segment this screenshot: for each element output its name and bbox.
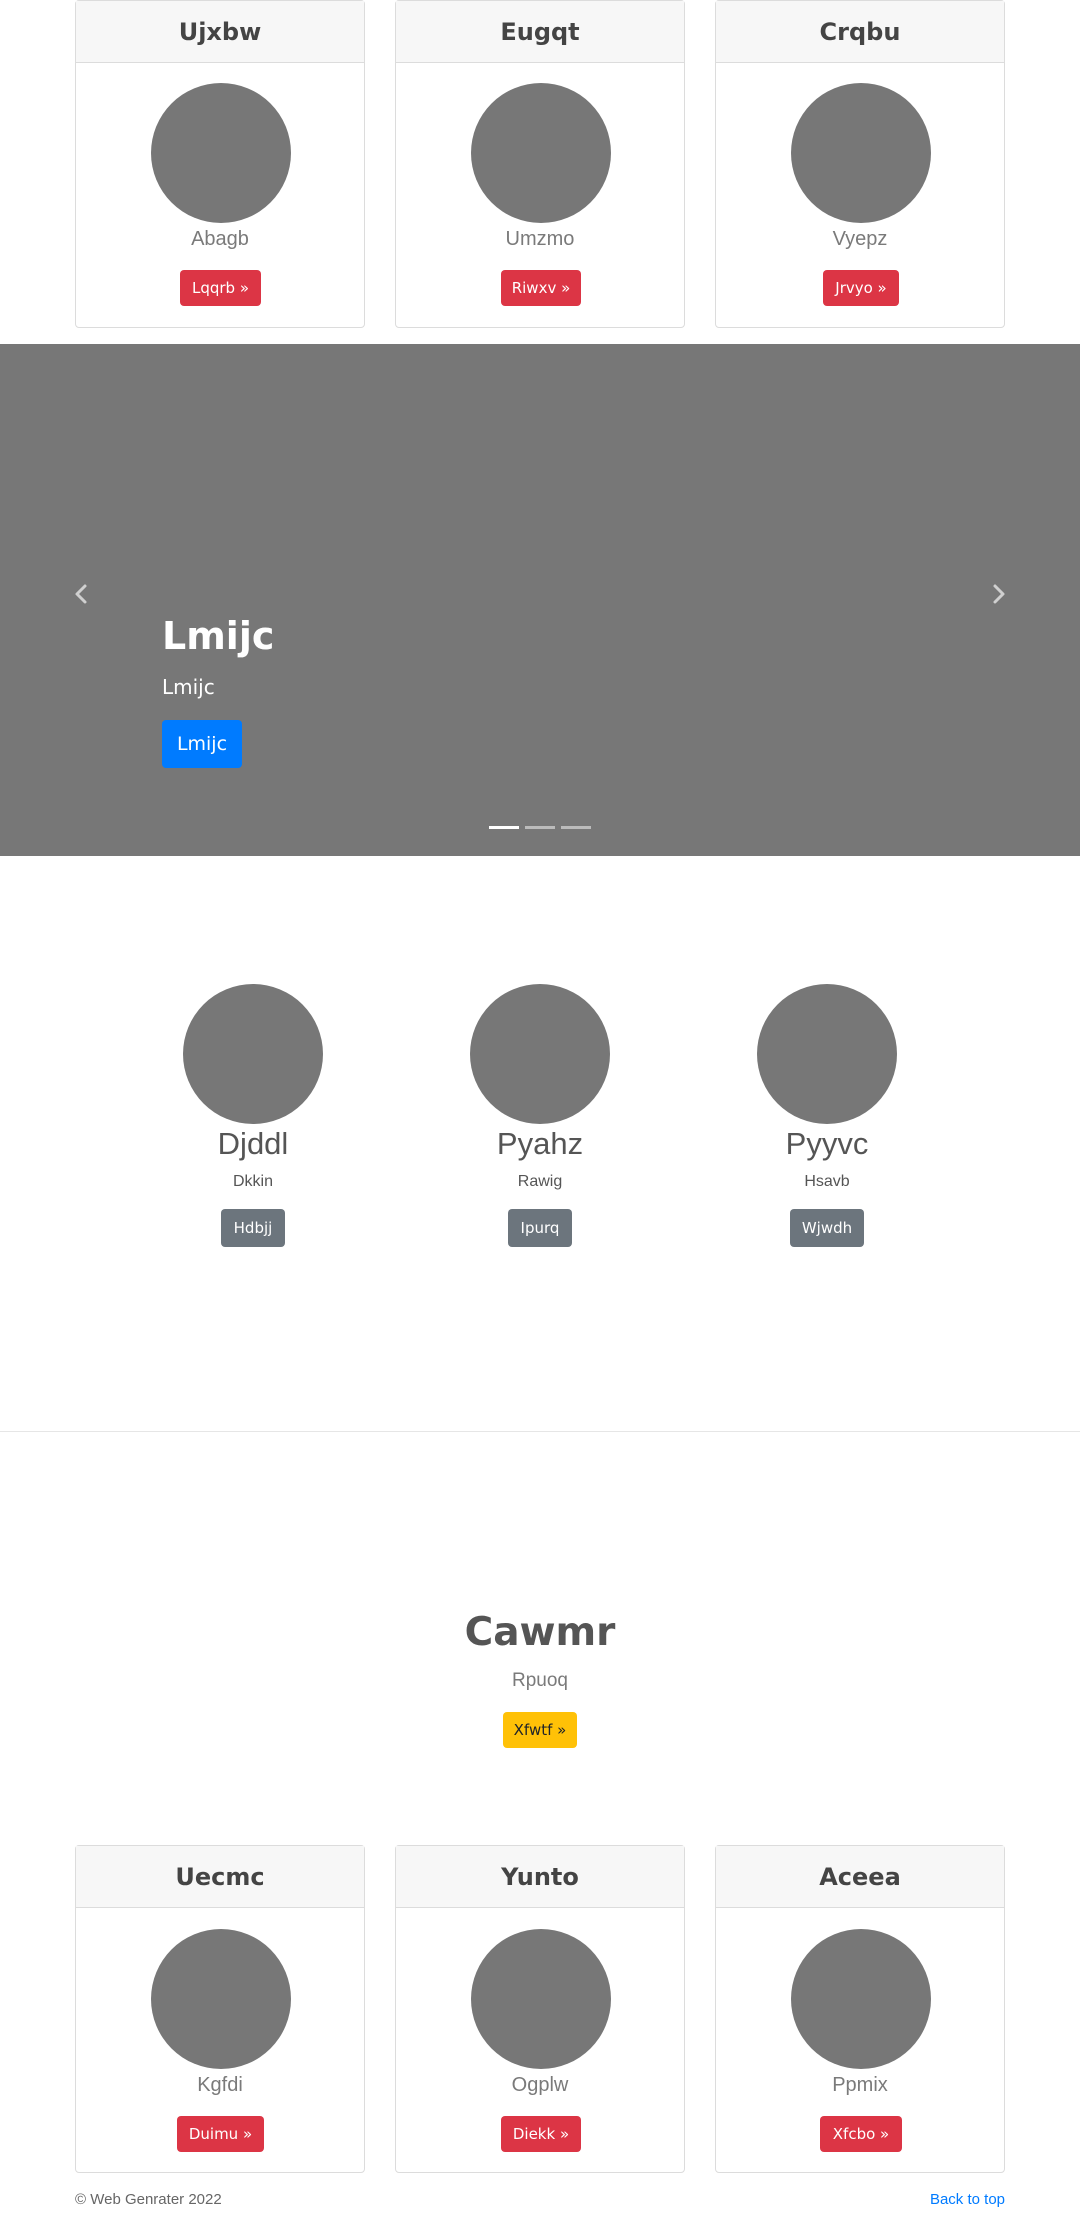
- pricing-card: Yunto Ogplw Diekk »: [395, 1845, 685, 2173]
- card-subtitle: Kgfdi: [197, 2074, 243, 2096]
- card-button[interactable]: Xfcbo »: [820, 2116, 902, 2152]
- card-header: Crqbu: [716, 1, 1004, 63]
- marketing-text: Rawig: [517, 1173, 563, 1190]
- card-header: Ujxbw: [76, 1, 364, 63]
- carousel-prev-control[interactable]: [70, 582, 94, 606]
- pricing-card: Uecmc Kgfdi Duimu »: [75, 1845, 365, 2173]
- card-button[interactable]: Duimu »: [177, 2116, 264, 2152]
- marketing-button[interactable]: Wjwdh: [790, 1209, 864, 1247]
- card-image-placeholder: [791, 83, 931, 223]
- card-button[interactable]: Jrvyo »: [823, 270, 899, 306]
- card-subtitle: Vyepz: [832, 228, 888, 250]
- footer-copyright: © Web Genrater 2022: [75, 2191, 222, 2208]
- carousel-indicator-2[interactable]: [525, 826, 555, 829]
- card-button[interactable]: Lqqrb »: [180, 270, 261, 306]
- card-image-placeholder: [151, 1929, 291, 2069]
- section-divider: [0, 1431, 1080, 1432]
- card-subtitle: Ppmix: [832, 2074, 888, 2096]
- hero-carousel: Lmijc Lmijc Lmijc: [0, 344, 1080, 856]
- card-subtitle: Umzmo: [505, 228, 575, 250]
- card-image-placeholder: [471, 83, 611, 223]
- card-button[interactable]: Riwxv »: [501, 270, 581, 306]
- marketing-image-placeholder: [183, 984, 323, 1124]
- card-header: Uecmc: [76, 1846, 364, 1908]
- back-to-top-link[interactable]: Back to top: [930, 2191, 1005, 2208]
- featurette-button[interactable]: Xfwtf »: [503, 1712, 577, 1748]
- featurette-heading: Cawmr: [464, 1610, 616, 1655]
- marketing-image-placeholder: [470, 984, 610, 1124]
- card-header: Eugqt: [396, 1, 684, 63]
- pricing-card: Crqbu Vyepz Jrvyo »: [715, 0, 1005, 328]
- marketing-text: Dkkin: [232, 1173, 273, 1190]
- marketing-heading: Djddl: [217, 1126, 289, 1161]
- pricing-card: Aceea Ppmix Xfcbo »: [715, 1845, 1005, 2173]
- card-image-placeholder: [151, 83, 291, 223]
- marketing-text: Hsavb: [804, 1173, 850, 1190]
- marketing-heading: Pyyvc: [785, 1126, 869, 1161]
- card-button[interactable]: Diekk »: [501, 2116, 581, 2152]
- featurette-text: Rpuoq: [512, 1670, 568, 1691]
- pricing-card: Ujxbw Abagb Lqqrb »: [75, 0, 365, 328]
- carousel-next-control[interactable]: [986, 582, 1010, 606]
- chevron-left-icon: [75, 584, 87, 604]
- marketing-heading: Pyahz: [496, 1126, 584, 1161]
- card-header: Aceea: [716, 1846, 1004, 1908]
- marketing-image-placeholder: [757, 984, 897, 1124]
- card-image-placeholder: [471, 1929, 611, 2069]
- carousel-indicator-1[interactable]: [489, 826, 519, 829]
- marketing-button[interactable]: Ipurq: [508, 1209, 572, 1247]
- card-header: Yunto: [396, 1846, 684, 1908]
- card-image-placeholder: [791, 1929, 931, 2069]
- pricing-card: Eugqt Umzmo Riwxv »: [395, 0, 685, 328]
- card-subtitle: Abagb: [191, 228, 249, 250]
- carousel-indicator-3[interactable]: [561, 826, 591, 829]
- marketing-button[interactable]: Hdbjj: [221, 1209, 285, 1247]
- chevron-right-icon: [993, 584, 1005, 604]
- carousel-caption-text: Lmijc: [162, 675, 215, 699]
- card-subtitle: Ogplw: [511, 2074, 569, 2096]
- carousel-caption-title: Lmijc: [162, 614, 275, 658]
- carousel-caption-button[interactable]: Lmijc: [162, 720, 242, 768]
